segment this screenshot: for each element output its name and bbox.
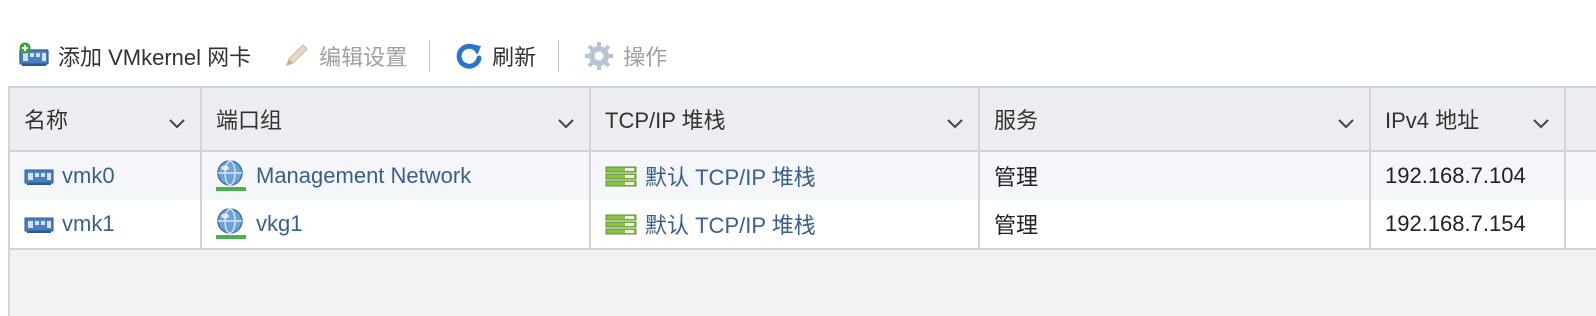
stack-icon	[605, 164, 637, 188]
chevron-down-icon[interactable]	[168, 110, 186, 136]
nic-icon	[24, 165, 54, 187]
nic-name-link[interactable]: vmk0	[62, 163, 115, 189]
edit-settings-label: 编辑设置	[319, 45, 408, 70]
toolbar: 添加 VMkernel 网卡 编辑设置 刷新 操作	[0, 34, 1596, 78]
globe-network-icon	[214, 159, 248, 193]
cell-services: 管理	[980, 152, 1371, 200]
nic-name-link[interactable]: vmk1	[62, 211, 115, 237]
nic-icon	[24, 213, 54, 235]
chevron-down-icon[interactable]	[1532, 110, 1550, 136]
cell-ipv4-address: 192.168.7.154	[1371, 200, 1566, 248]
cell-services: 管理	[980, 200, 1371, 248]
grid-header: 名称 端口组 TCP/IP 堆栈 服务 IPv4 地址	[10, 88, 1596, 152]
chevron-down-icon[interactable]	[1337, 110, 1355, 136]
tcpip-stack-link[interactable]: 默认 TCP/IP 堆栈	[645, 160, 816, 192]
stack-icon	[605, 212, 637, 236]
tcpip-stack-link[interactable]: 默认 TCP/IP 堆栈	[645, 208, 816, 240]
column-header-services[interactable]: 服务	[980, 88, 1371, 150]
add-vmkernel-nic-label: 添加 VMkernel 网卡	[58, 45, 252, 70]
gear-icon	[583, 40, 615, 72]
cell-name: vmk0	[10, 152, 202, 200]
table-row[interactable]: vmk0 Management Network 默认 TCP/IP 堆栈 管理 …	[10, 152, 1596, 200]
actions-button[interactable]: 操作	[583, 36, 667, 76]
add-nic-icon	[18, 42, 50, 70]
refresh-icon	[454, 41, 484, 71]
cell-tcpip-stack: 默认 TCP/IP 堆栈	[591, 200, 980, 248]
port-group-link[interactable]: vkg1	[256, 211, 302, 237]
table-row[interactable]: vmk1 vkg1 默认 TCP/IP 堆栈 管理 192.168.7.154	[10, 200, 1596, 250]
refresh-button[interactable]: 刷新	[454, 36, 536, 76]
cell-tcpip-stack: 默认 TCP/IP 堆栈	[591, 152, 980, 200]
add-vmkernel-nic-button[interactable]: 添加 VMkernel 网卡	[18, 36, 251, 76]
cell-name: vmk1	[10, 200, 202, 248]
chevron-down-icon[interactable]	[557, 110, 575, 136]
column-header-name[interactable]: 名称	[10, 88, 202, 150]
chevron-down-icon[interactable]	[946, 110, 964, 136]
column-header-port-group[interactable]: 端口组	[202, 88, 591, 150]
column-header-ipv4-address[interactable]: IPv4 地址	[1371, 88, 1566, 150]
pencil-icon	[281, 41, 311, 71]
port-group-link[interactable]: Management Network	[256, 163, 471, 189]
vmkernel-nic-grid: 名称 端口组 TCP/IP 堆栈 服务 IPv4 地址 vmk0 Managem…	[8, 86, 1596, 316]
cell-port-group: vkg1	[202, 200, 591, 248]
globe-network-icon	[214, 207, 248, 241]
edit-settings-button[interactable]: 编辑设置	[281, 36, 407, 76]
column-header-tcpip-stack[interactable]: TCP/IP 堆栈	[591, 88, 980, 150]
toolbar-divider	[429, 40, 431, 72]
cell-ipv4-address: 192.168.7.104	[1371, 152, 1566, 200]
toolbar-divider	[558, 40, 560, 72]
cell-port-group: Management Network	[202, 152, 591, 200]
actions-label: 操作	[623, 45, 668, 70]
refresh-label: 刷新	[492, 45, 537, 70]
